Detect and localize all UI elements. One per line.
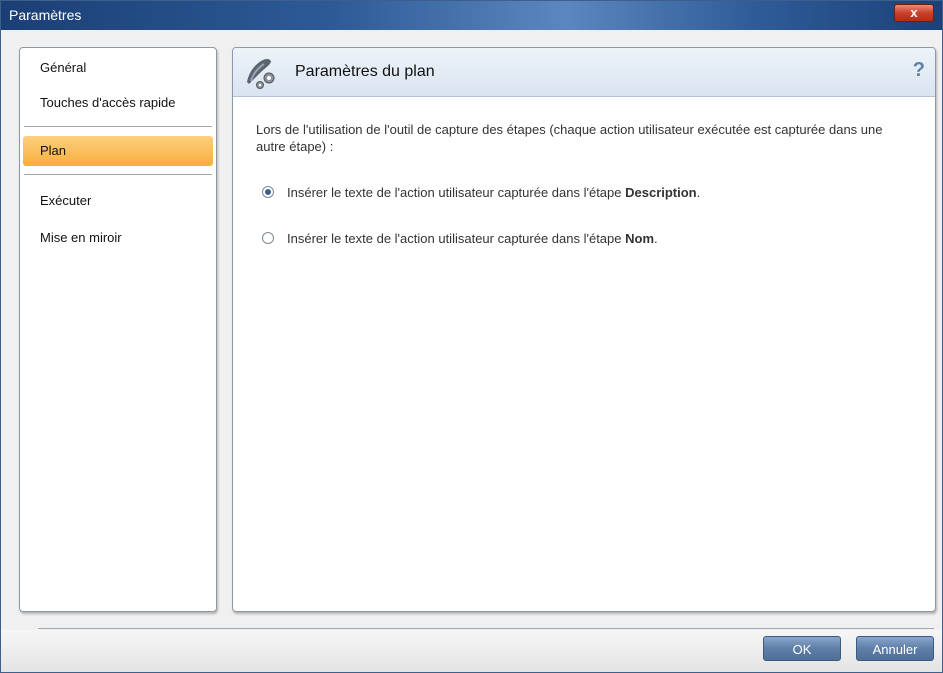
sidebar-item-shortcuts[interactable]: Touches d'accès rapide — [23, 88, 213, 118]
window-title: Paramètres — [9, 7, 82, 23]
sidebar-divider — [24, 174, 212, 175]
option-suffix: . — [654, 231, 658, 246]
plan-settings-icon — [243, 54, 279, 90]
sidebar-divider — [24, 126, 212, 127]
cancel-button[interactable]: Annuler — [856, 636, 934, 661]
option-name-label: Insérer le texte de l'action utilisateur… — [287, 229, 658, 249]
footer-divider — [38, 628, 934, 629]
radio-button[interactable] — [262, 232, 274, 244]
settings-sidebar: Général Touches d'accès rapide Plan Exéc… — [19, 47, 217, 612]
help-icon[interactable]: ? — [913, 59, 925, 82]
title-bar: Paramètres x — [1, 1, 942, 30]
dialog-body: Général Touches d'accès rapide Plan Exéc… — [1, 30, 942, 672]
settings-dialog: Paramètres x Général Touches d'accès rap… — [0, 0, 943, 673]
sidebar-item-plan[interactable]: Plan — [23, 136, 213, 166]
option-emphasis: Description — [625, 185, 697, 200]
settings-panel: Paramètres du plan ? Lors de l'utilisati… — [232, 47, 936, 612]
option-emphasis: Nom — [625, 231, 654, 246]
radio-selected-dot — [265, 189, 271, 195]
radio-button[interactable] — [262, 186, 274, 198]
panel-header: Paramètres du plan ? — [233, 48, 935, 97]
sidebar-item-general[interactable]: Général — [23, 53, 213, 83]
option-text: Insérer le texte de l'action utilisateur… — [287, 185, 626, 200]
ok-button[interactable]: OK — [763, 636, 841, 661]
option-description-label: Insérer le texte de l'action utilisateur… — [287, 183, 700, 203]
option-suffix: . — [696, 185, 701, 200]
intro-text: Lors de l'utilisation de l'outil de capt… — [256, 122, 883, 154]
option-text: Insérer le texte de l'action utilisateur… — [287, 231, 626, 246]
panel-title: Paramètres du plan — [295, 63, 435, 80]
sidebar-item-run[interactable]: Exécuter — [23, 186, 213, 216]
sidebar-item-mirroring[interactable]: Mise en miroir — [23, 223, 213, 253]
close-button[interactable]: x — [894, 4, 934, 22]
